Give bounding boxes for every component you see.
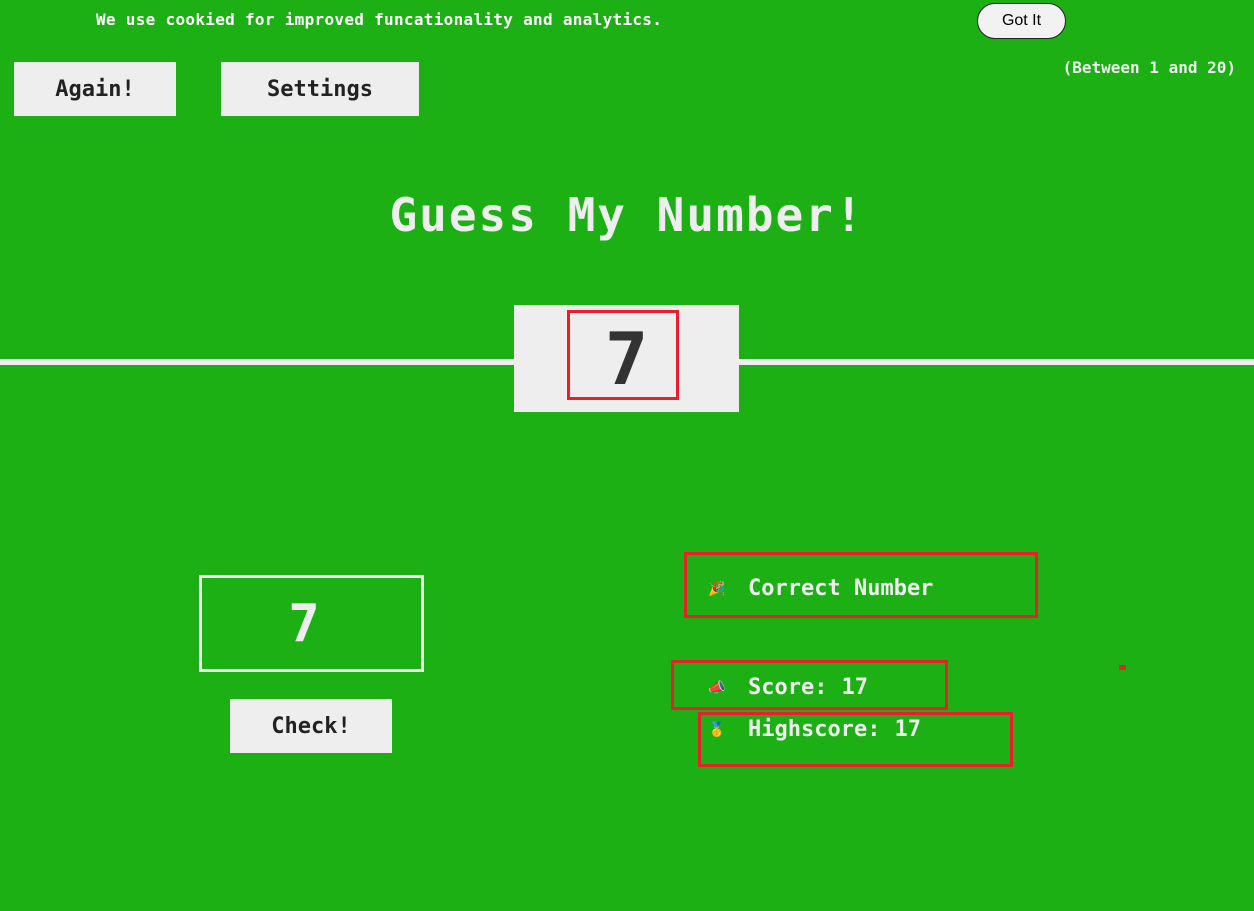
check-button[interactable]: Check! [230,699,392,753]
got-it-button[interactable]: Got It [977,3,1066,39]
cookie-banner-text: We use cookied for improved funcationali… [96,10,663,29]
highlight-box-score [671,660,948,710]
range-hint: (Between 1 and 20) [1062,58,1236,77]
highlight-box-message [684,552,1038,618]
highlight-box-highscore [698,712,1013,767]
guess-input[interactable] [199,575,424,672]
settings-button[interactable]: Settings [221,62,419,116]
again-button[interactable]: Again! [14,62,176,116]
page-title: Guess My Number! [389,188,865,242]
highlight-box-number [567,310,679,400]
red-marker [1119,665,1126,670]
